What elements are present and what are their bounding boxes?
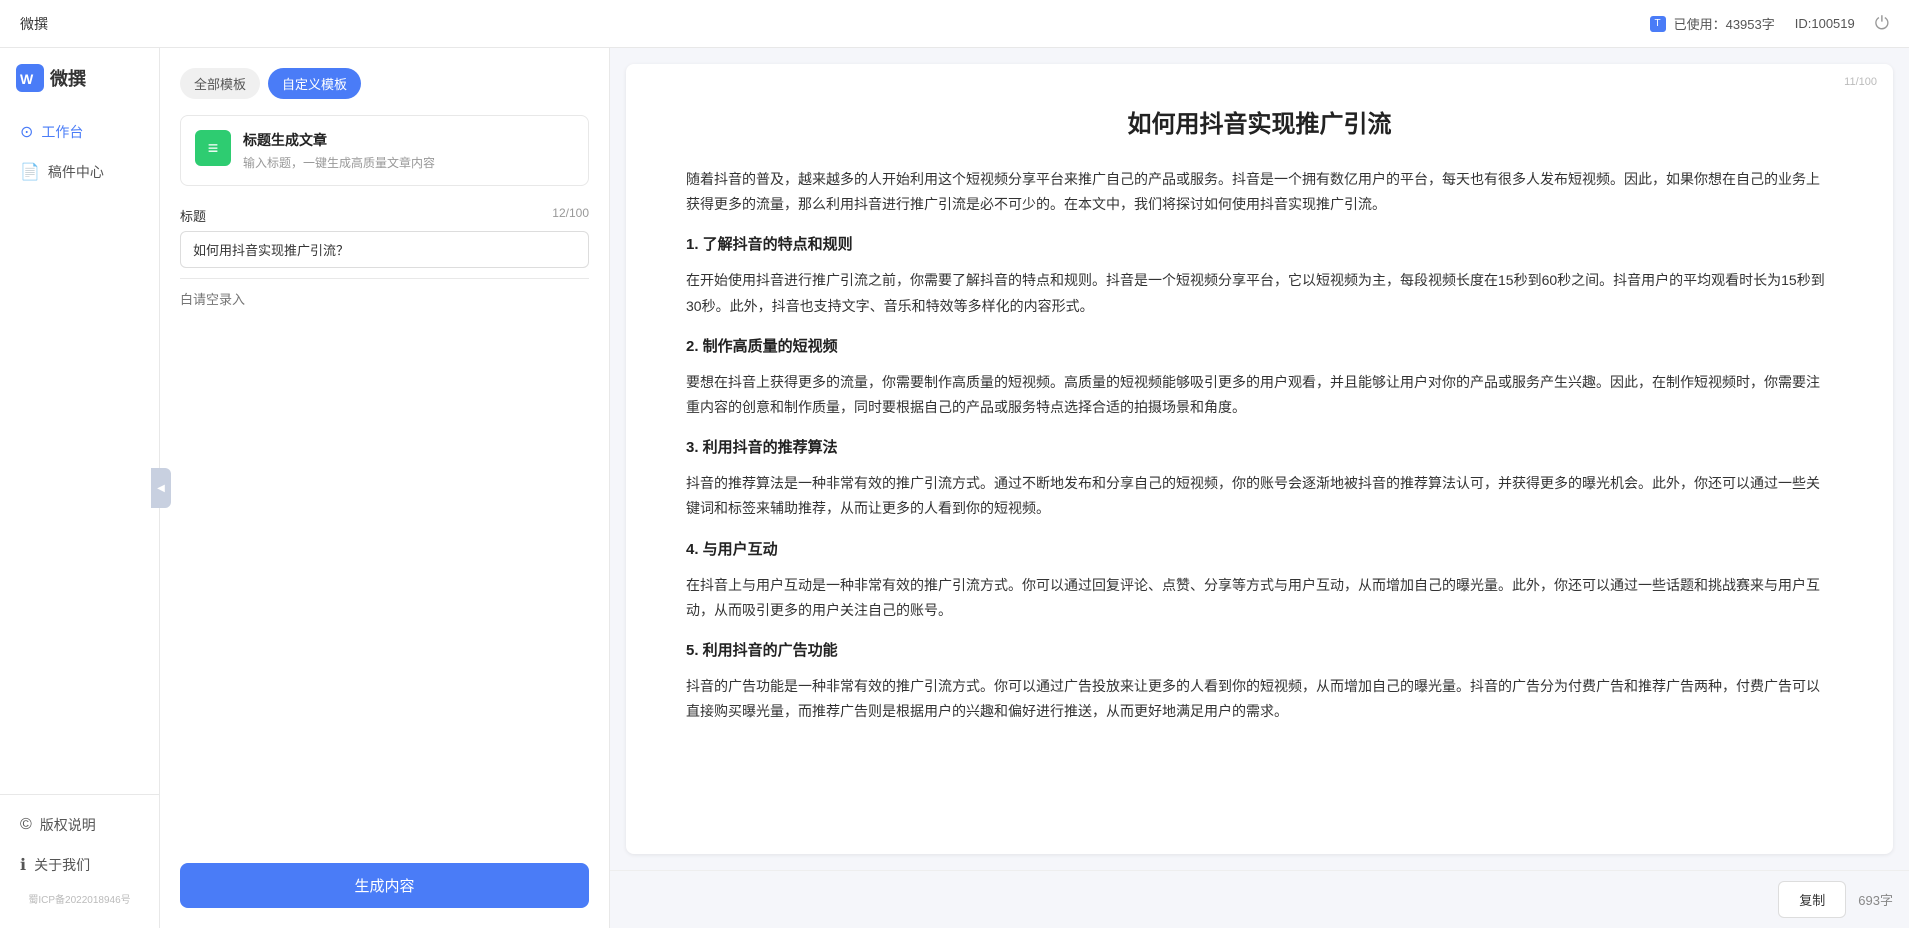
article-para-2: 在开始使用抖音进行推广引流之前，你需要了解抖音的特点和规则。抖音是一个短视频分享… <box>686 268 1833 318</box>
power-icon[interactable]: ⏻ <box>1875 13 1889 34</box>
sidebar: W 微撰 ⊙ 工作台 📄 稿件中心 © 版权说明 ℹ 关于我们 蜀ICP备202… <box>0 48 160 928</box>
word-count: 693字 <box>1858 890 1893 909</box>
about-icon: ℹ <box>20 855 26 875</box>
icp-text: 蜀ICP备2022018946号 <box>0 885 159 912</box>
logo: W 微撰 <box>0 64 159 112</box>
tab-all-templates[interactable]: 全部模板 <box>180 68 260 99</box>
main-layout: W 微撰 ⊙ 工作台 📄 稿件中心 © 版权说明 ℹ 关于我们 蜀ICP备202… <box>0 48 1909 928</box>
usage-info: T 已使用：43953字 <box>1650 14 1775 33</box>
template-desc: 输入标题，一键生成高质量文章内容 <box>243 154 574 171</box>
copyright-label: 版权说明 <box>40 815 96 835</box>
article-para-6: 抖音的推荐算法是一种非常有效的推广引流方式。通过不断地发布和分享自己的短视频，你… <box>686 471 1833 521</box>
template-card-icon: ≡ <box>195 130 231 166</box>
topbar: 微撰 T 已使用：43953字 ID:100519 ⏻ <box>0 0 1909 48</box>
title-label: 标题 <box>180 206 206 225</box>
bottom-bar: 复制 693字 <box>610 870 1909 928</box>
article-title: 如何用抖音实现推广引流 <box>686 104 1833 139</box>
sidebar-drafts-label: 稿件中心 <box>48 162 104 182</box>
article-body: 随着抖音的普及，越来越多的人开始利用这个短视频分享平台来推广自己的产品或服务。抖… <box>686 167 1833 724</box>
generate-button[interactable]: 生成内容 <box>180 863 589 908</box>
copyright-icon: © <box>20 816 32 834</box>
title-label-row: 标题 12/100 <box>180 206 589 225</box>
article-para-0: 随着抖音的普及，越来越多的人开始利用这个短视频分享平台来推广自己的产品或服务。抖… <box>686 167 1833 217</box>
sidebar-item-copyright[interactable]: © 版权说明 <box>0 805 159 845</box>
generate-button-container: 生成内容 <box>180 843 589 908</box>
article-heading-9: 5. 利用抖音的广告功能 <box>686 637 1833 664</box>
article-para-4: 要想在抖音上获得更多的流量，你需要制作高质量的短视频。高质量的短视频能够吸引更多… <box>686 370 1833 420</box>
template-card-title-article[interactable]: ≡ 标题生成文章 输入标题，一键生成高质量文章内容 <box>180 115 589 186</box>
right-panel: 11/100 如何用抖音实现推广引流 随着抖音的普及，越来越多的人开始利用这个短… <box>610 48 1909 928</box>
template-tabs: 全部模板 自定义模板 <box>180 68 589 99</box>
article-para-8: 在抖音上与用户互动是一种非常有效的推广引流方式。你可以通过回复评论、点赞、分享等… <box>686 573 1833 623</box>
page-counter: 11/100 <box>1844 76 1877 88</box>
svg-text:W: W <box>20 71 34 87</box>
sidebar-collapse-button[interactable]: ◀ <box>151 468 171 508</box>
topbar-title: 微撰 <box>20 14 48 34</box>
logo-text: 微撰 <box>50 65 86 91</box>
sidebar-workspace-label: 工作台 <box>41 122 83 142</box>
article-para-10: 抖音的广告功能是一种非常有效的推广引流方式。你可以通过广告投放来让更多的人看到你… <box>686 674 1833 724</box>
usage-text: 已使用：43953字 <box>1674 14 1775 33</box>
content-textarea[interactable] <box>180 278 589 398</box>
article-heading-1: 1. 了解抖音的特点和规则 <box>686 231 1833 258</box>
sidebar-item-about[interactable]: ℹ 关于我们 <box>0 845 159 885</box>
left-panel: 全部模板 自定义模板 ≡ 标题生成文章 输入标题，一键生成高质量文章内容 标题 … <box>160 48 610 928</box>
workspace-icon: ⊙ <box>20 122 33 142</box>
template-name: 标题生成文章 <box>243 130 574 150</box>
logo-icon: W <box>16 64 44 92</box>
sidebar-item-workspace[interactable]: ⊙ 工作台 <box>0 112 159 152</box>
title-char-count: 12/100 <box>552 206 589 225</box>
usage-icon: T <box>1650 16 1666 32</box>
tab-custom-templates[interactable]: 自定义模板 <box>268 68 361 99</box>
title-input[interactable] <box>180 231 589 268</box>
template-info: 标题生成文章 输入标题，一键生成高质量文章内容 <box>243 130 574 171</box>
article-heading-3: 2. 制作高质量的短视频 <box>686 333 1833 360</box>
sidebar-bottom: © 版权说明 ℹ 关于我们 蜀ICP备2022018946号 <box>0 794 159 912</box>
user-id: ID:100519 <box>1795 16 1855 31</box>
copy-button[interactable]: 复制 <box>1778 881 1846 918</box>
article-heading-7: 4. 与用户互动 <box>686 536 1833 563</box>
topbar-right: T 已使用：43953字 ID:100519 ⏻ <box>1650 13 1889 34</box>
sidebar-item-drafts[interactable]: 📄 稿件中心 <box>0 152 159 192</box>
article-content-area: 11/100 如何用抖音实现推广引流 随着抖音的普及，越来越多的人开始利用这个短… <box>626 64 1893 854</box>
about-label: 关于我们 <box>34 855 90 875</box>
article-heading-5: 3. 利用抖音的推荐算法 <box>686 434 1833 461</box>
drafts-icon: 📄 <box>20 162 40 182</box>
